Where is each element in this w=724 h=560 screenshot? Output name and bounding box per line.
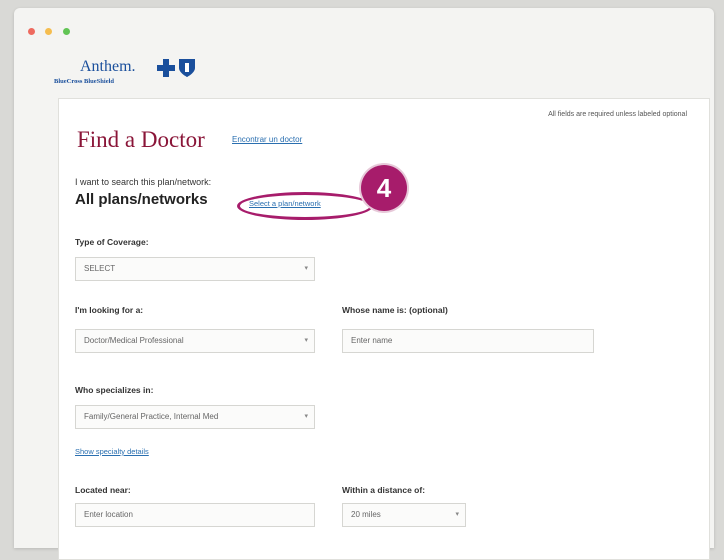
location-placeholder: Enter location [84, 510, 133, 519]
brand-name: Anthem. [80, 58, 136, 75]
distance-select[interactable]: 20 miles ▾ [342, 503, 466, 527]
plan-value: All plans/networks [75, 191, 208, 208]
close-dot[interactable] [28, 28, 35, 35]
distance-label: Within a distance of: [342, 485, 426, 495]
looking-select-value: Doctor/Medical Professional [84, 336, 184, 345]
name-input[interactable]: Enter name [342, 329, 594, 353]
window-controls [28, 22, 76, 40]
coverage-select[interactable]: SELECT ▾ [75, 257, 315, 281]
specialty-select[interactable]: Family/General Practice, Internal Med ▾ [75, 405, 315, 429]
spanish-link[interactable]: Encontrar un doctor [232, 135, 302, 144]
chevron-down-icon: ▾ [304, 337, 308, 344]
page-title: Find a Doctor [77, 127, 205, 152]
coverage-select-value: SELECT [84, 264, 116, 273]
name-placeholder: Enter name [351, 336, 393, 345]
blue-cross-icon [157, 59, 175, 77]
specialty-label: Who specializes in: [75, 385, 154, 395]
specialty-select-value: Family/General Practice, Internal Med [84, 412, 219, 421]
location-input[interactable]: Enter location [75, 503, 315, 527]
browser-window: Anthem. BlueCross BlueShield All fields … [14, 8, 714, 560]
looking-label: I'm looking for a: [75, 305, 144, 315]
chevron-down-icon: ▾ [304, 413, 308, 420]
find-doctor-form: All fields are required unless labeled o… [58, 98, 710, 560]
show-specialty-link[interactable]: Show specialty details [75, 447, 149, 456]
plan-label: I want to search this plan/network: [75, 177, 212, 187]
zoom-dot[interactable] [62, 28, 70, 35]
name-label: Whose name is: (optional) [342, 305, 448, 315]
distance-select-value: 20 miles [351, 510, 381, 519]
location-label: Located near: [75, 485, 131, 495]
chevron-down-icon: ▾ [455, 511, 459, 518]
coverage-label: Type of Coverage: [75, 237, 149, 247]
chevron-down-icon: ▾ [304, 265, 308, 272]
looking-select[interactable]: Doctor/Medical Professional ▾ [75, 329, 315, 353]
step-badge: 4 [361, 165, 407, 211]
blue-shield-icon [179, 59, 195, 77]
brand-sub: BlueCross BlueShield [54, 78, 115, 85]
minimize-dot[interactable] [45, 28, 53, 35]
highlight-circle [237, 192, 373, 220]
required-note: All fields are required unless labeled o… [548, 111, 687, 118]
anthem-logo[interactable]: Anthem. BlueCross BlueShield [54, 56, 204, 92]
